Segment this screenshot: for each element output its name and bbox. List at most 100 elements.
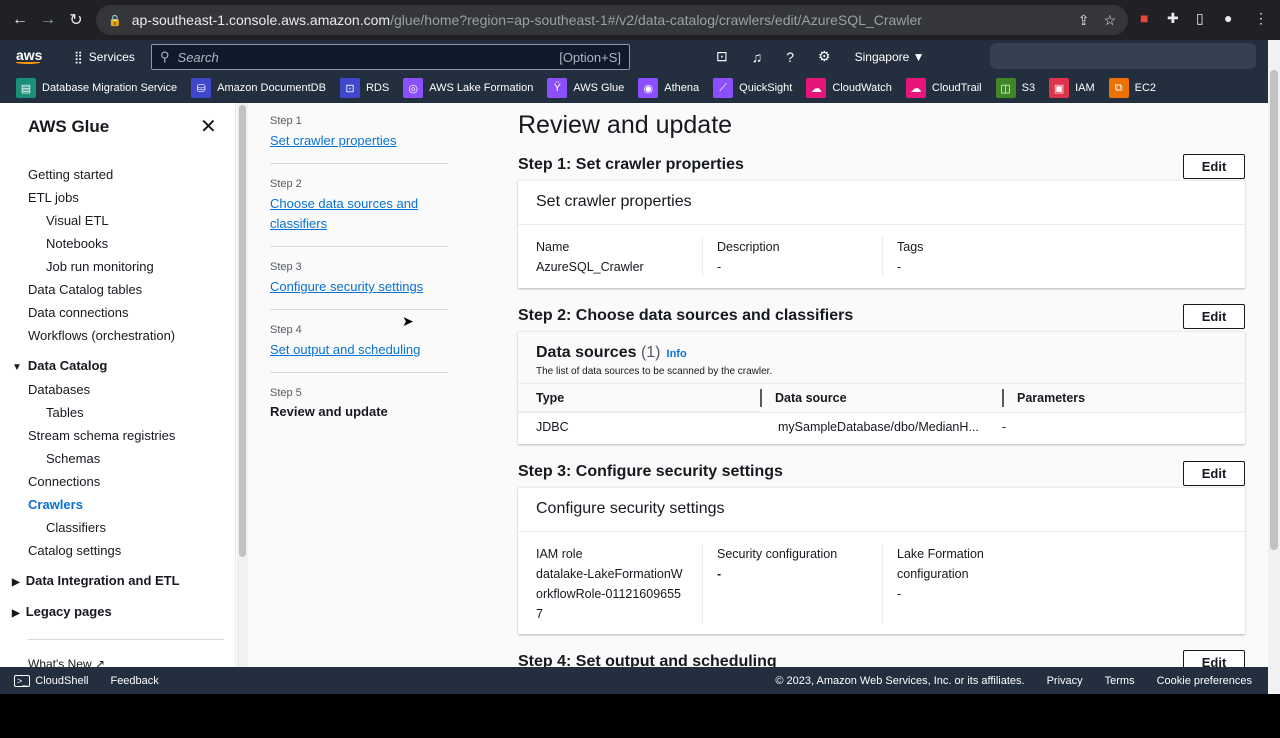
favorite-cloudwatch[interactable]: ☁ CloudWatch — [806, 78, 892, 98]
sidebar-item-stream-schema-registries[interactable]: Stream schema registries — [0, 428, 236, 451]
sidebar-item-getting-started[interactable]: Getting started — [0, 167, 236, 190]
favorite-athena[interactable]: ◉ Athena — [638, 78, 699, 98]
favorite-amazon-documentdb[interactable]: ⛁ Amazon DocumentDB — [191, 78, 326, 98]
favorite-aws-lake-formation[interactable]: ◎ AWS Lake Formation — [403, 78, 533, 98]
security-config-value: - — [717, 567, 722, 581]
puzzle-icon[interactable]: ✚ — [1167, 10, 1179, 27]
cookie-preferences-link[interactable]: Cookie preferences — [1157, 675, 1252, 687]
extension-icon[interactable]: ■ — [1140, 10, 1148, 26]
step-link[interactable]: Choose data sources and classifiers — [270, 196, 418, 231]
step-number: Step 1 — [270, 115, 302, 127]
wizard-step-1: Step 1 Set crawler properties — [270, 113, 448, 164]
favorite-aws-glue[interactable]: Ÿ AWS Glue — [547, 78, 624, 98]
browser-toolbar: ← → ↻ 🔒 ap-southeast-1.console.aws.amazo… — [0, 0, 1280, 40]
step-number: Step 2 — [270, 178, 302, 190]
column-header-data-source[interactable]: Data source — [760, 389, 1002, 407]
search-placeholder: Search — [177, 49, 219, 65]
terms-link[interactable]: Terms — [1105, 675, 1135, 687]
tags-value: - — [897, 260, 902, 274]
search-shortcut: [Option+S] — [559, 49, 621, 65]
iam-role-label: IAM role — [536, 547, 583, 561]
back-icon[interactable]: ← — [6, 11, 34, 29]
sidebar-item-notebooks[interactable]: Notebooks — [0, 236, 236, 259]
service-icon: ◫ — [995, 78, 1016, 98]
copyright: © 2023, Amazon Web Services, Inc. or its… — [775, 674, 1025, 687]
share-icon[interactable]: ⇪ — [1078, 12, 1090, 29]
gear-icon[interactable]: ⚙ — [818, 48, 831, 65]
favorites-bar: ▤ Database Migration Service ⛁ Amazon Docum… — [0, 73, 1268, 103]
feedback-link[interactable]: Feedback — [110, 675, 158, 687]
name-value: AzureSQL_Crawler — [536, 260, 644, 274]
sidebar-item-databases[interactable]: Databases — [0, 382, 236, 405]
sidebar-item-data-connections[interactable]: Data connections — [0, 305, 236, 328]
cloudshell-icon[interactable]: ⊡ — [716, 48, 728, 65]
sidebar-item-connections[interactable]: Connections — [0, 474, 236, 497]
sidebar-item-data-catalog-tables[interactable]: Data Catalog tables — [0, 282, 236, 305]
bell-icon[interactable]: ♫ — [752, 49, 763, 65]
edit-step1-button[interactable]: Edit — [1183, 154, 1245, 179]
edit-step2-button[interactable]: Edit — [1183, 304, 1245, 329]
region-selector[interactable]: Singapore ▼ — [855, 50, 925, 64]
sidebar-item-crawlers[interactable]: Crawlers — [0, 497, 236, 520]
sidebar-section-legacy-pages[interactable]: ▶ Legacy pages — [0, 597, 236, 628]
favorite-cloudtrail[interactable]: ☁ CloudTrail — [905, 78, 982, 98]
url-path: /glue/home?region=ap-southeast-1#/v2/dat… — [390, 12, 922, 28]
address-bar[interactable]: 🔒 ap-southeast-1.console.aws.amazon.com /… — [96, 5, 1128, 35]
sidebar-item-schemas[interactable]: Schemas — [0, 451, 236, 474]
reload-icon[interactable]: ↻ — [62, 10, 90, 30]
caret-icon: ▼ — [12, 362, 22, 373]
column-header-parameters[interactable]: Parameters — [1002, 389, 1245, 407]
sidebar-item-tables[interactable]: Tables — [0, 405, 236, 428]
favorite-database-migration-service[interactable]: ▤ Database Migration Service — [16, 78, 177, 98]
whats-new-link[interactable]: What's New ↗ — [28, 657, 105, 667]
cloudshell-button[interactable]: >_ CloudShell — [14, 674, 88, 687]
edit-step3-button[interactable]: Edit — [1183, 461, 1245, 486]
help-icon[interactable]: ? — [786, 49, 794, 65]
step-number: Step 4 — [270, 324, 302, 336]
column-header-type[interactable]: Type — [518, 384, 760, 412]
favorite-quicksight[interactable]: ⟋ QuickSight — [713, 78, 792, 98]
privacy-link[interactable]: Privacy — [1047, 675, 1083, 687]
close-icon[interactable]: ✕ — [200, 114, 217, 139]
sidebar-item-classifiers[interactable]: Classifiers — [0, 520, 236, 543]
sidebar-item-job-run-monitoring[interactable]: Job run monitoring — [0, 259, 236, 282]
section-label: Data Catalog — [27, 358, 108, 373]
sidepanel-icon[interactable]: ▯ — [1196, 10, 1204, 27]
sidebar-scrollbar[interactable] — [237, 103, 248, 667]
step-link[interactable]: Set output and scheduling — [270, 342, 420, 357]
favorite-label: Athena — [664, 82, 700, 94]
sidebar-item-catalog-settings[interactable]: Catalog settings — [0, 543, 236, 566]
forward-icon[interactable]: → — [34, 11, 62, 29]
step-number: Step 5 — [270, 387, 302, 399]
favorite-ec2[interactable]: ⧉ EC2 — [1108, 78, 1156, 98]
favorite-iam[interactable]: ▣ IAM — [1049, 78, 1095, 98]
account-menu[interactable] — [990, 43, 1256, 69]
profile-icon[interactable]: ● — [1224, 10, 1232, 26]
page-scrollbar[interactable] — [1268, 40, 1280, 694]
step2-heading: Step 2: Choose data sources and classifi… — [518, 307, 854, 324]
step-link[interactable]: Configure security settings — [270, 279, 423, 294]
favorite-s3[interactable]: ◫ S3 — [995, 78, 1035, 98]
sidebar-item-workflows-orchestration-[interactable]: Workflows (orchestration) — [0, 328, 236, 351]
grid-icon: ⣿ — [74, 49, 83, 64]
favorite-label: RDS — [365, 82, 390, 94]
edit-step4-button[interactable]: Edit — [1183, 650, 1245, 667]
section-label: Legacy pages — [25, 604, 112, 619]
lake-formation-value: - — [897, 587, 902, 601]
favorite-label: IAM — [1075, 82, 1095, 94]
aws-logo[interactable]: aws — [16, 48, 52, 64]
favorite-rds[interactable]: ⊡ RDS — [339, 78, 390, 98]
search-input[interactable]: ⚲ Search [Option+S] — [151, 44, 630, 70]
menu-icon[interactable]: ⋮ — [1254, 10, 1268, 27]
service-icon: ▤ — [16, 78, 36, 98]
info-link[interactable]: Info — [667, 348, 687, 360]
service-icon: ☁ — [905, 78, 926, 98]
service-icon: ⊡ — [339, 78, 360, 98]
sidebar-section-data-catalog[interactable]: ▼ Data Catalog — [0, 351, 236, 382]
sidebar-item-visual-etl[interactable]: Visual ETL — [0, 213, 236, 236]
services-menu[interactable]: ⣿ Services — [74, 50, 135, 64]
step-link[interactable]: Set crawler properties — [270, 133, 396, 148]
star-icon[interactable]: ☆ — [1103, 12, 1116, 29]
sidebar-item-etl-jobs[interactable]: ETL jobs — [0, 190, 236, 213]
sidebar-section-data-integration-and-etl[interactable]: ▶ Data Integration and ETL — [0, 566, 236, 597]
